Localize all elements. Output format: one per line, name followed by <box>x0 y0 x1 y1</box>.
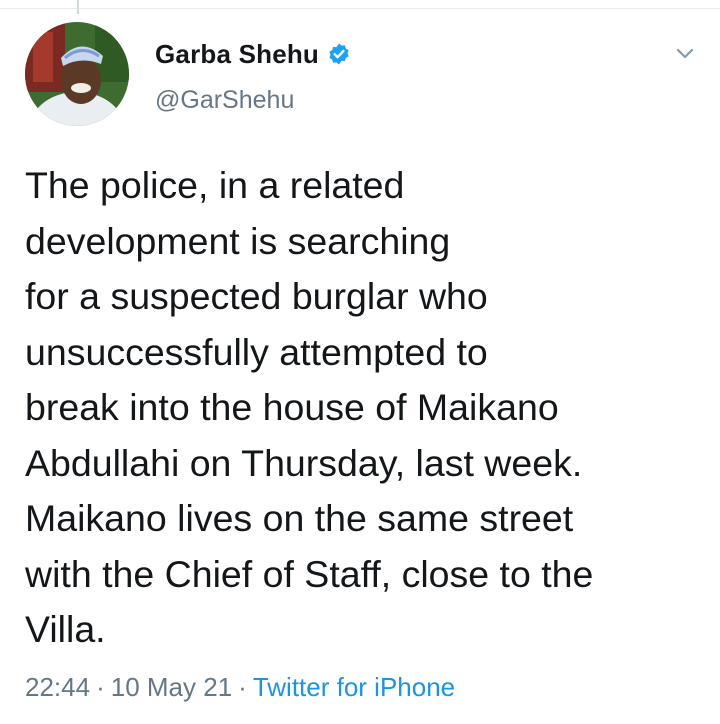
tweet-source-link[interactable]: Twitter for iPhone <box>253 672 455 702</box>
chevron-down-icon[interactable] <box>672 40 698 66</box>
profile-photo-icon <box>25 22 129 126</box>
meta-separator: · <box>96 672 105 702</box>
user-info: Garba Shehu @GarShehu <box>155 36 351 115</box>
user-handle[interactable]: @GarShehu <box>155 86 351 115</box>
name-row: Garba Shehu <box>155 36 351 72</box>
tweet-meta: 22:44 · 10 May 21 · Twitter for iPhone <box>25 672 455 703</box>
avatar[interactable] <box>25 22 129 126</box>
tweet-time[interactable]: 22:44 <box>25 672 90 702</box>
tweet-date[interactable]: 10 May 21 <box>111 672 232 702</box>
meta-separator: · <box>238 672 247 702</box>
display-name[interactable]: Garba Shehu <box>155 39 319 70</box>
tweet-text: The police, in a related development is … <box>25 164 594 650</box>
tweet-card: Garba Shehu @GarShehu The police, in a r… <box>0 0 720 724</box>
verified-badge-icon <box>327 42 351 66</box>
